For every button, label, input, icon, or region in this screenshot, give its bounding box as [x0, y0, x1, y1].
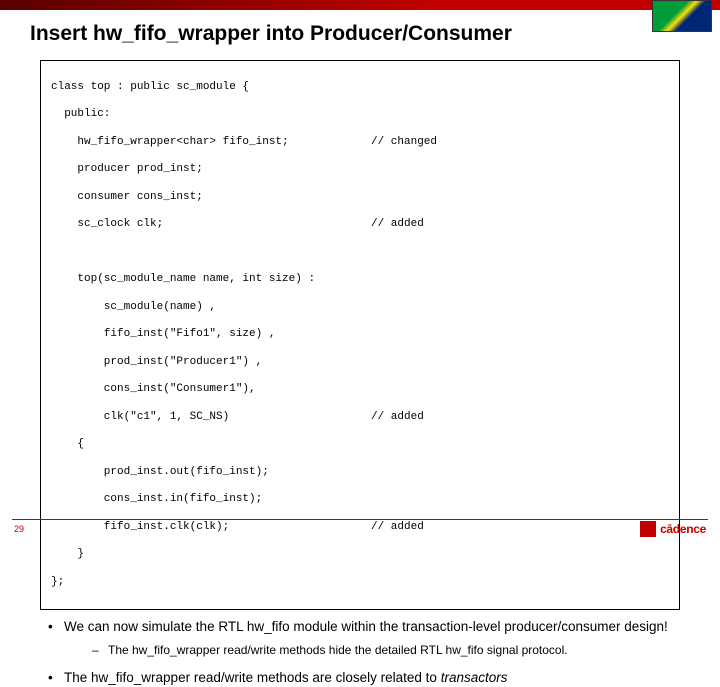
code-line: sc_module(name) ,	[51, 301, 371, 315]
code-line: class top : public sc_module {	[51, 81, 371, 95]
code-line: consumer cons_inst;	[51, 191, 371, 205]
code-line: {	[51, 438, 371, 452]
code-line: };	[51, 576, 371, 590]
code-comment: // added	[371, 218, 424, 232]
bullet-3: The hw_fifo_wrapper read/write methods a…	[48, 669, 680, 687]
bullet-1: We can now simulate the RTL hw_fifo modu…	[48, 618, 680, 658]
footer: 29 cādence	[0, 520, 720, 540]
code-line: prod_inst("Producer1") ,	[51, 356, 371, 370]
code-comment: // changed	[371, 136, 437, 150]
bullet-2: The hw_fifo_wrapper read/write methods h…	[92, 642, 680, 658]
code-line: hw_fifo_wrapper<char> fifo_inst;	[51, 136, 371, 150]
code-line: fifo_inst("Fifo1", size) ,	[51, 328, 371, 342]
logo-icon	[640, 521, 656, 537]
logo-text: cādence	[660, 522, 706, 536]
code-comment: // added	[371, 411, 424, 425]
flag-icon	[652, 0, 712, 32]
page-number: 29	[14, 524, 24, 534]
code-line: cons_inst("Consumer1"),	[51, 383, 371, 397]
bullet-text: We can now simulate the RTL hw_fifo modu…	[64, 619, 668, 634]
code-line: producer prod_inst;	[51, 163, 371, 177]
slide-title: Insert hw_fifo_wrapper into Producer/Con…	[0, 10, 720, 56]
code-line: top(sc_module_name name, int size) :	[51, 273, 371, 287]
code-line: clk("c1", 1, SC_NS)	[51, 411, 371, 425]
bullet-text: The hw_fifo_wrapper read/write methods a…	[64, 670, 441, 685]
emphasis: transactors	[441, 670, 508, 685]
brand-logo: cādence	[640, 521, 706, 537]
code-line: }	[51, 548, 371, 562]
code-line: sc_clock clk;	[51, 218, 371, 232]
code-line: cons_inst.in(fifo_inst);	[51, 493, 371, 507]
code-line: prod_inst.out(fifo_inst);	[51, 466, 371, 480]
header-bar	[0, 0, 720, 10]
code-line	[51, 246, 371, 260]
bullet-list: We can now simulate the RTL hw_fifo modu…	[48, 618, 680, 687]
code-line: public:	[51, 108, 371, 122]
